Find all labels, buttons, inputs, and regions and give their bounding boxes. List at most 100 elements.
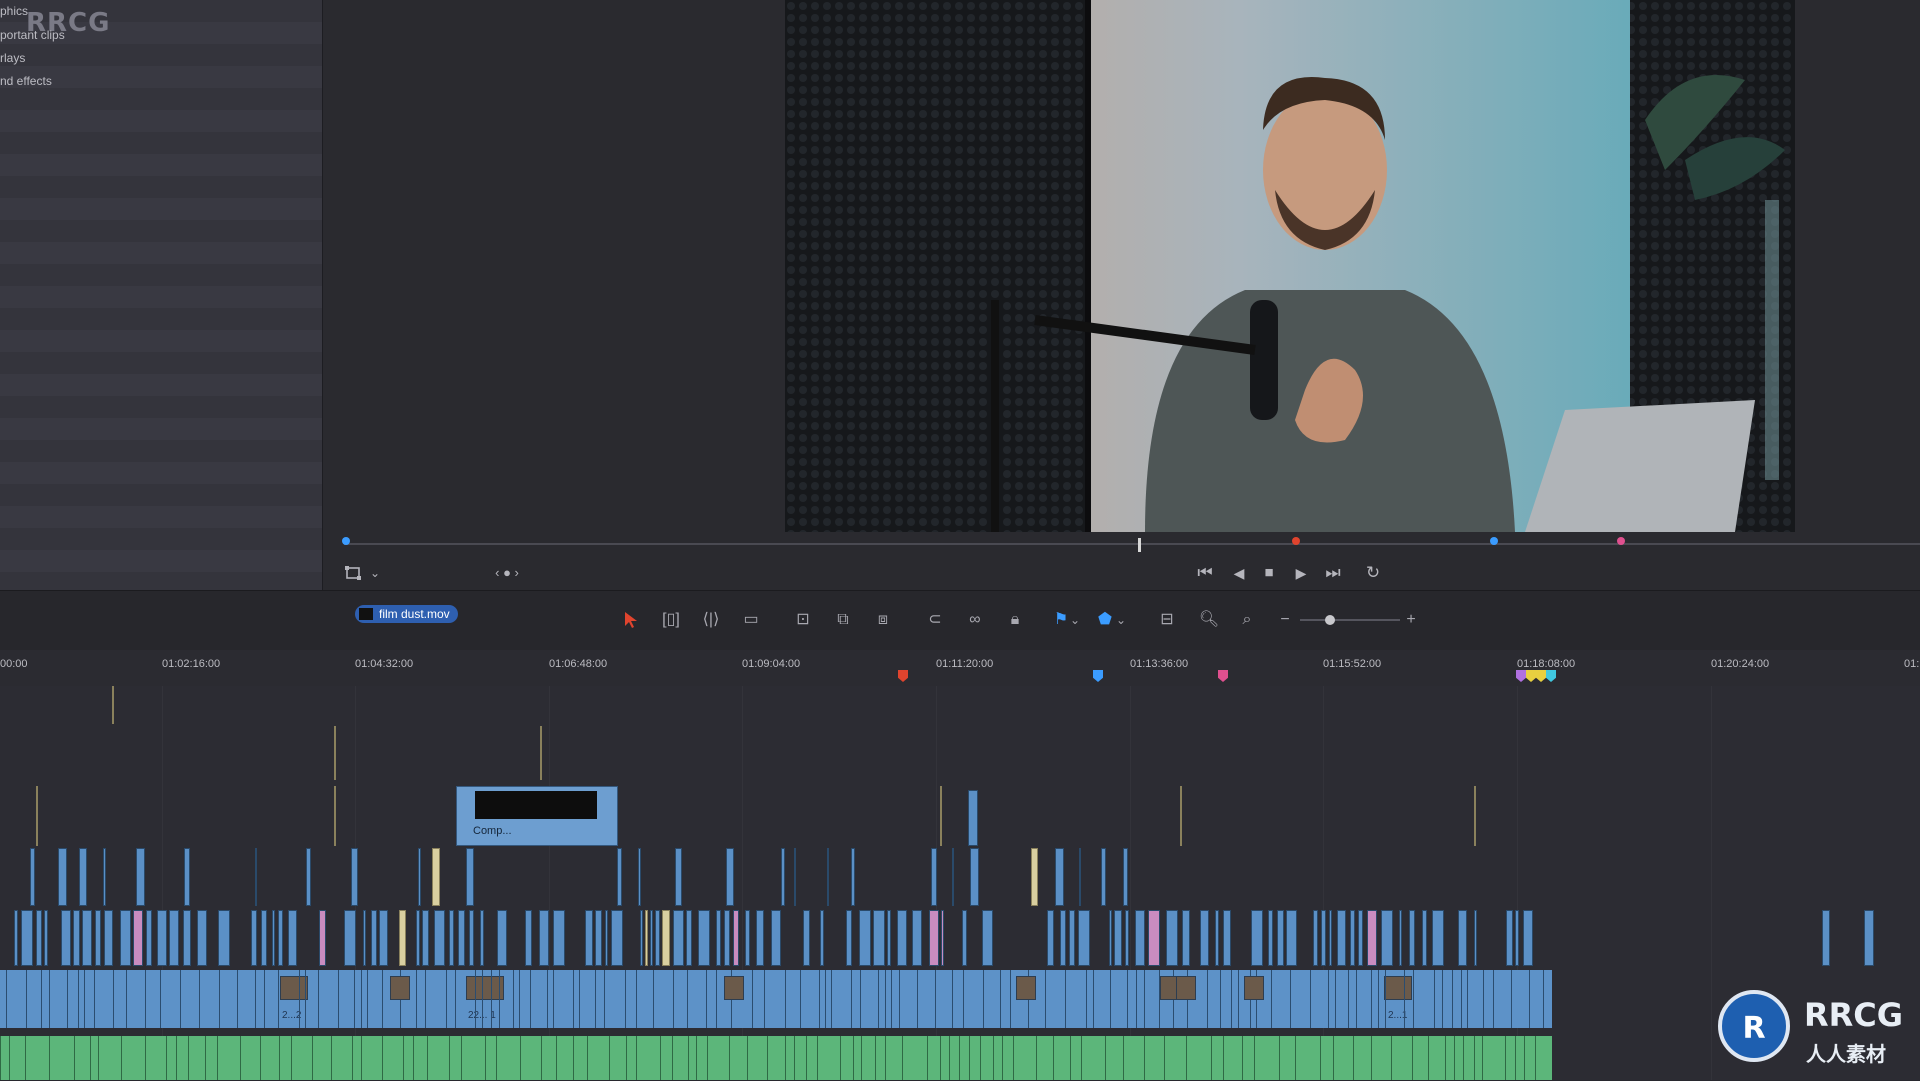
audio-edit-point[interactable] — [25, 1036, 26, 1080]
clip-edit-point[interactable] — [716, 970, 717, 1028]
audio-edit-point[interactable] — [1013, 1036, 1014, 1080]
audio-edit-point[interactable] — [1295, 1036, 1296, 1080]
timeline-clip[interactable] — [733, 910, 739, 966]
audio-edit-point[interactable] — [1524, 1036, 1525, 1080]
zoom-custom-icon[interactable]: ⌕ — [1232, 605, 1262, 635]
clip-edit-point[interactable] — [475, 970, 476, 1028]
zoom-in-button[interactable]: + — [1396, 605, 1426, 635]
viewer-marker-blue[interactable] — [1490, 537, 1498, 545]
go-to-last-frame-button[interactable]: ⏭ — [1320, 556, 1346, 590]
timeline-clip[interactable] — [638, 848, 641, 906]
audio-edit-point[interactable] — [993, 1036, 994, 1080]
audio-edit-point[interactable] — [853, 1036, 854, 1080]
timeline-clip[interactable] — [675, 848, 682, 906]
timeline-clip[interactable] — [1109, 910, 1112, 966]
timeline-clip[interactable] — [1047, 910, 1054, 966]
timeline-clip[interactable] — [288, 910, 297, 966]
clip-edit-point[interactable] — [1493, 970, 1494, 1028]
timeline-tracks[interactable]: Comp... 2...2 22... 1 2...1 — [0, 686, 1920, 1080]
timeline-clip[interactable] — [379, 910, 388, 966]
timeline-clip[interactable] — [887, 910, 891, 966]
timeline-clip[interactable] — [334, 786, 336, 846]
zoom-detail-icon[interactable]: 🔍︎ — [1194, 605, 1224, 635]
clip-edit-point[interactable] — [878, 970, 879, 1028]
timeline-clip[interactable] — [1123, 848, 1128, 906]
library-item-overlays[interactable]: rlays — [0, 51, 25, 65]
timeline-clip[interactable] — [157, 910, 167, 966]
audio-edit-point[interactable] — [1463, 1036, 1464, 1080]
timeline-clip[interactable] — [1515, 910, 1519, 966]
clip-edit-point[interactable] — [1511, 970, 1512, 1028]
audio-edit-point[interactable] — [707, 1036, 708, 1080]
audio-edit-point[interactable] — [1454, 1036, 1455, 1080]
audio-edit-point[interactable] — [0, 1036, 1, 1080]
timeline-clip[interactable] — [416, 910, 420, 966]
clip-edit-point[interactable] — [425, 970, 426, 1028]
clip-edit-point[interactable] — [831, 970, 832, 1028]
timeline-clip[interactable] — [169, 910, 179, 966]
audio-edit-point[interactable] — [49, 1036, 50, 1080]
timeline-clip[interactable] — [611, 910, 623, 966]
viewer-video-frame[interactable] — [785, 0, 1795, 532]
audio-edit-point[interactable] — [90, 1036, 91, 1080]
audio-edit-point[interactable] — [1333, 1036, 1334, 1080]
timeline-clip[interactable] — [962, 910, 967, 966]
audio-edit-point[interactable] — [361, 1036, 362, 1080]
timeline-clip[interactable] — [820, 910, 824, 966]
audio-edit-point[interactable] — [1482, 1036, 1483, 1080]
audio-edit-point[interactable] — [1474, 1036, 1475, 1080]
clip-edit-point[interactable] — [1238, 970, 1239, 1028]
clip-edit-point[interactable] — [94, 970, 95, 1028]
audio-edit-point[interactable] — [121, 1036, 122, 1080]
timeline-clip[interactable] — [1358, 910, 1363, 966]
clip-edit-point[interactable] — [785, 970, 786, 1028]
timeline-clip[interactable] — [970, 848, 979, 906]
timeline-clip[interactable] — [931, 848, 937, 906]
audio-edit-point[interactable] — [902, 1036, 903, 1080]
clip-edit-point[interactable] — [318, 970, 319, 1028]
clip-edit-point[interactable] — [491, 970, 492, 1028]
overwrite-clip-icon[interactable]: ⧉ — [828, 605, 858, 635]
audio-edit-point[interactable] — [688, 1036, 689, 1080]
timeline-clip[interactable] — [726, 848, 734, 906]
timeline-clip[interactable] — [432, 848, 440, 906]
clip-edit-point[interactable] — [84, 970, 85, 1028]
timeline-clip[interactable] — [44, 910, 48, 966]
timeline-clip[interactable] — [363, 910, 366, 966]
clip-edit-point[interactable] — [519, 970, 520, 1028]
clip-edit-point[interactable] — [237, 970, 238, 1028]
timeline-clip[interactable] — [146, 910, 152, 966]
audio-edit-point[interactable] — [1254, 1036, 1255, 1080]
clip-edit-point[interactable] — [819, 970, 820, 1028]
timeline-clip[interactable] — [673, 910, 684, 966]
clip-edit-point[interactable] — [160, 970, 161, 1028]
audio-edit-point[interactable] — [9, 1036, 10, 1080]
viewer-marker-red[interactable] — [1292, 537, 1300, 545]
timeline-clip[interactable] — [434, 910, 445, 966]
timeline-clip[interactable] — [184, 848, 190, 906]
clip-edit-point[interactable] — [1310, 970, 1311, 1028]
timeline-clip[interactable] — [197, 910, 207, 966]
timeline-clip[interactable] — [1822, 910, 1830, 966]
timeline-clip[interactable] — [1166, 910, 1178, 966]
viewer-playhead[interactable] — [1138, 538, 1141, 552]
audio-edit-point[interactable] — [1353, 1036, 1354, 1080]
timeline-marker-yellow[interactable] — [1526, 670, 1536, 682]
timeline-clip[interactable] — [1078, 910, 1090, 966]
audio-edit-point[interactable] — [927, 1036, 928, 1080]
timeline-clip[interactable] — [218, 910, 230, 966]
clip-edit-point[interactable] — [673, 970, 674, 1028]
clip-edit-point[interactable] — [595, 970, 596, 1028]
clip-edit-point[interactable] — [305, 970, 306, 1028]
timeline-clip[interactable] — [1268, 910, 1273, 966]
timeline-clip[interactable] — [351, 848, 358, 906]
audio-edit-point[interactable] — [461, 1036, 462, 1080]
timeline-clip[interactable] — [716, 910, 721, 966]
clip-edit-point[interactable] — [278, 970, 279, 1028]
clip-edit-point[interactable] — [1220, 970, 1221, 1028]
clip-edit-point[interactable] — [499, 970, 500, 1028]
trim-tool-icon[interactable]: [▯] — [656, 605, 686, 635]
clip-edit-point[interactable] — [1543, 970, 1544, 1028]
position-lock-icon[interactable]: 🔒︎ — [1000, 605, 1030, 635]
viewer-marker-blue[interactable] — [342, 537, 350, 545]
